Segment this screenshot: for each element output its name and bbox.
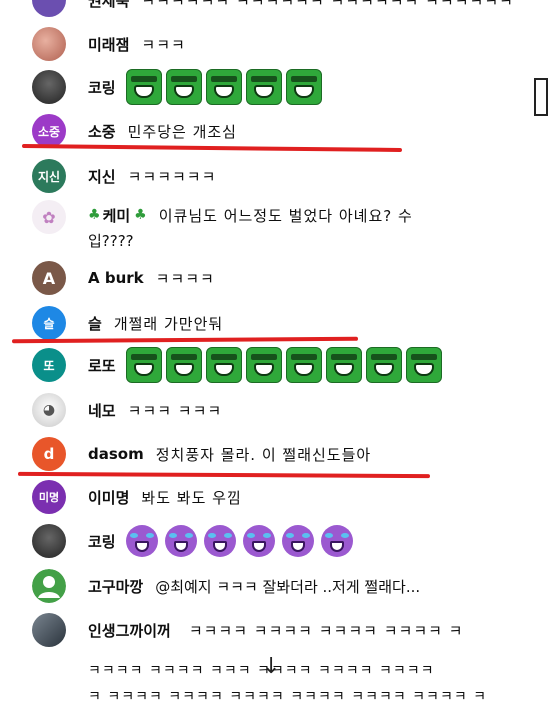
box-glyph-icon [534, 78, 548, 116]
chat-message: 코링 [32, 67, 322, 107]
message-text: 민주당은 개조심 [127, 122, 237, 141]
hulk-laugh-emoji [205, 69, 242, 105]
author-name[interactable]: 코링 [88, 531, 116, 552]
author-name[interactable]: 코링 [88, 77, 116, 98]
message-text: 정치풍자 몰라. 이 쩔래신도들아 [155, 445, 372, 464]
avatar[interactable] [32, 524, 66, 558]
chat-message: 인생그까이꺼 ㅋㅋㅋㅋ ㅋㅋㅋㅋ ㅋㅋㅋㅋ ㅋㅋㅋㅋ ㅋ [32, 610, 464, 650]
avatar[interactable] [32, 613, 66, 647]
avatar[interactable]: 소중 [32, 114, 66, 148]
author-name[interactable]: 고구마깡 [88, 576, 143, 597]
avatar[interactable]: A [32, 261, 66, 295]
avatar[interactable] [32, 70, 66, 104]
clover-icon: ♣ [88, 207, 101, 223]
chat-message: 권세욱 ㅋㅋㅋㅋㅋㅋ ㅋㅋㅋㅋㅋㅋ ㅋㅋㅋㅋㅋㅋ ㅋㅋㅋㅋㅋㅋ [32, 0, 514, 20]
emoji-group [125, 347, 442, 383]
message-text: @최예지 ㅋㅋㅋ 잘봐더라 ..저게 쩔래다... [155, 577, 421, 596]
author-name[interactable]: dasom [88, 445, 144, 463]
hulk-laugh-emoji [285, 347, 322, 383]
hulk-laugh-emoji [285, 69, 322, 105]
author-name[interactable]: 지신 [88, 166, 116, 187]
purple-laugh-emoji [164, 525, 197, 557]
avatar[interactable]: 지신 [32, 159, 66, 193]
author-name[interactable]: 미래잼 [88, 34, 129, 55]
hulk-laugh-emoji [405, 347, 442, 383]
hulk-laugh-emoji [165, 69, 202, 105]
avatar[interactable]: ◕ [32, 393, 66, 427]
avatar[interactable]: d [32, 437, 66, 471]
emoji-group [125, 69, 322, 105]
avatar[interactable] [32, 27, 66, 61]
chat-message: 미래잼 ㅋㅋㅋ [32, 24, 186, 64]
purple-laugh-emoji [242, 525, 275, 557]
message-text: ㅋㅋㅋㅋ [155, 269, 215, 288]
author-name[interactable]: 로또 [88, 355, 116, 376]
hulk-laugh-emoji [205, 347, 242, 383]
hulk-laugh-emoji [325, 347, 362, 383]
author-name[interactable]: A burk [88, 269, 144, 287]
hulk-laugh-emoji [125, 69, 162, 105]
avatar[interactable]: 미명 [32, 480, 66, 514]
emoji-group [125, 525, 353, 557]
message-text: 개쩔래 가만안둬 [113, 314, 224, 333]
user-silhouette-icon [32, 569, 66, 603]
chat-message: A A burk ㅋㅋㅋㅋ [32, 258, 215, 298]
chat-message: 또 로또 [32, 345, 442, 385]
hulk-laugh-emoji [245, 347, 282, 383]
message-text: ㅋㅋㅋㅋㅋㅋ [127, 167, 217, 186]
message-text: ㅋㅋㅋㅋㅋㅋ ㅋㅋㅋㅋㅋㅋ ㅋㅋㅋㅋㅋㅋ ㅋㅋㅋㅋㅋㅋ [141, 0, 514, 10]
author-name[interactable]: 권세욱 [88, 0, 129, 11]
author-name[interactable]: 네모 [88, 400, 116, 421]
chat-message: 고구마깡 @최예지 ㅋㅋㅋ 잘봐더라 ..저게 쩔래다... [32, 566, 420, 606]
message-text-continued: 입???? [88, 232, 134, 250]
author-name[interactable]: 슬 [88, 313, 102, 334]
message-text-continued: ㅋ ㅋㅋㅋㅋ ㅋㅋㅋㅋ ㅋㅋㅋㅋ ㅋㅋㅋㅋ ㅋㅋㅋㅋ ㅋㅋㅋㅋ ㅋ [88, 689, 488, 705]
author-name[interactable]: 이미명 [88, 487, 129, 508]
avatar[interactable]: 슬 [32, 306, 66, 340]
hulk-laugh-emoji [125, 347, 162, 383]
chat-message: 지신 지신 ㅋㅋㅋㅋㅋㅋ [32, 156, 216, 196]
chat-message: ◕ 네모 ㅋㅋㅋ ㅋㅋㅋ [32, 390, 222, 430]
clover-icon: ♣ [134, 207, 147, 223]
avatar[interactable]: ✿ [32, 200, 66, 234]
purple-laugh-emoji [320, 525, 353, 557]
purple-laugh-emoji [125, 525, 158, 557]
hulk-laugh-emoji [245, 69, 282, 105]
avatar[interactable] [32, 0, 66, 17]
purple-laugh-emoji [203, 525, 236, 557]
hulk-laugh-emoji [165, 347, 202, 383]
chat-message: 미명 이미명 봐도 봐도 우낌 [32, 477, 242, 517]
author-name[interactable]: 케미 [103, 205, 131, 226]
message-text: ㅋㅋㅋ ㅋㅋㅋ [127, 401, 223, 420]
hulk-laugh-emoji [365, 347, 402, 383]
message-text: ㅋㅋㅋ [141, 35, 186, 54]
purple-laugh-emoji [281, 525, 314, 557]
chat-message: ✿ ♣ 케미 ♣ 이큐님도 어느정도 벌었다 아녜요? 수 입???? [32, 198, 413, 258]
avatar[interactable]: 또 [32, 348, 66, 382]
arrow-down-icon[interactable]: ↓ [262, 654, 280, 679]
message-text: 봐도 봐도 우낌 [141, 488, 242, 507]
message-text: ㅋㅋㅋㅋ ㅋㅋㅋㅋ ㅋㅋㅋㅋ ㅋㅋㅋㅋ ㅋ [188, 621, 464, 640]
author-name[interactable]: 소중 [88, 121, 116, 142]
author-name[interactable]: 인생그까이꺼 [88, 620, 171, 641]
avatar[interactable] [32, 569, 66, 603]
chat-message: 코링 [32, 521, 353, 561]
chat-message: d dasom 정치풍자 몰라. 이 쩔래신도들아 [32, 434, 371, 474]
message-text: 이큐님도 어느정도 벌었다 아녜요? 수 [158, 206, 413, 225]
